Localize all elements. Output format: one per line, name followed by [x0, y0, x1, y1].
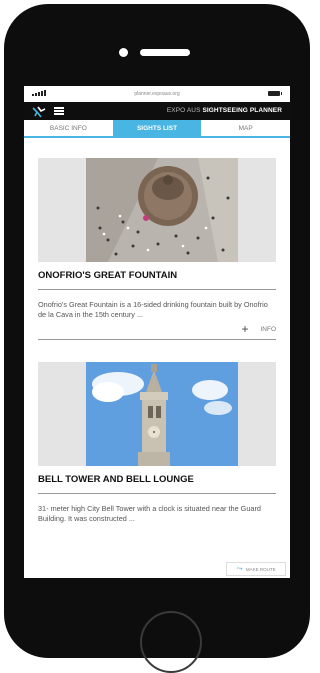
tab-basic-info[interactable]: BASIC INFO	[24, 120, 113, 136]
sight-description: 31- meter high City Bell Tower with a cl…	[38, 504, 261, 523]
sight-description: Onofrio's Great Fountain is a 16-sided d…	[38, 300, 268, 319]
app-title-prefix: EXPO AUS	[166, 107, 201, 114]
app-header: EXPO AUS SIGHTSEEING PLANNER	[24, 102, 290, 120]
make-route-label: MAKE ROUTE	[245, 566, 276, 572]
tab-bar: BASIC INFO SIGHTS LIST MAP	[24, 120, 290, 138]
sight-title[interactable]: BELL TOWER AND BELL LOUNGE	[38, 474, 276, 494]
plus-icon[interactable]: +	[241, 323, 248, 335]
sight-card: BELL TOWER AND BELL LOUNGE 31- meter hig…	[38, 362, 276, 524]
route-icon: ⤳	[236, 564, 243, 573]
info-link[interactable]: INFO	[260, 326, 276, 333]
front-camera	[119, 48, 128, 57]
phone-frame: planner.expoaus.org EXPO AUS SIGHTSEEING…	[4, 4, 310, 673]
fountain-photo[interactable]	[38, 158, 276, 262]
hamburger-menu-icon[interactable]	[54, 107, 64, 115]
speaker-grille	[140, 49, 190, 56]
home-button[interactable]	[140, 611, 202, 673]
bell-tower-photo[interactable]	[38, 362, 276, 466]
status-bar: planner.expoaus.org	[24, 86, 290, 102]
url-text: planner.expoaus.org	[134, 91, 180, 97]
info-row: + INFO	[38, 320, 276, 340]
tab-map[interactable]: MAP	[201, 120, 290, 136]
make-route-button[interactable]: ⤳ MAKE ROUTE	[226, 562, 286, 576]
screen: planner.expoaus.org EXPO AUS SIGHTSEEING…	[24, 86, 290, 578]
app-logo-icon[interactable]	[32, 105, 46, 118]
tab-sights-list[interactable]: SIGHTS LIST	[112, 120, 202, 136]
app-title-main: SIGHTSEEING PLANNER	[202, 107, 282, 114]
sight-title[interactable]: ONOFRIO'S GREAT FOUNTAIN	[38, 270, 276, 290]
sight-card: ONOFRIO'S GREAT FOUNTAIN Onofrio's Great…	[38, 158, 276, 340]
battery-icon	[268, 91, 282, 96]
sights-list: ONOFRIO'S GREAT FOUNTAIN Onofrio's Great…	[24, 138, 290, 578]
app-title: EXPO AUS SIGHTSEEING PLANNER	[167, 107, 282, 114]
